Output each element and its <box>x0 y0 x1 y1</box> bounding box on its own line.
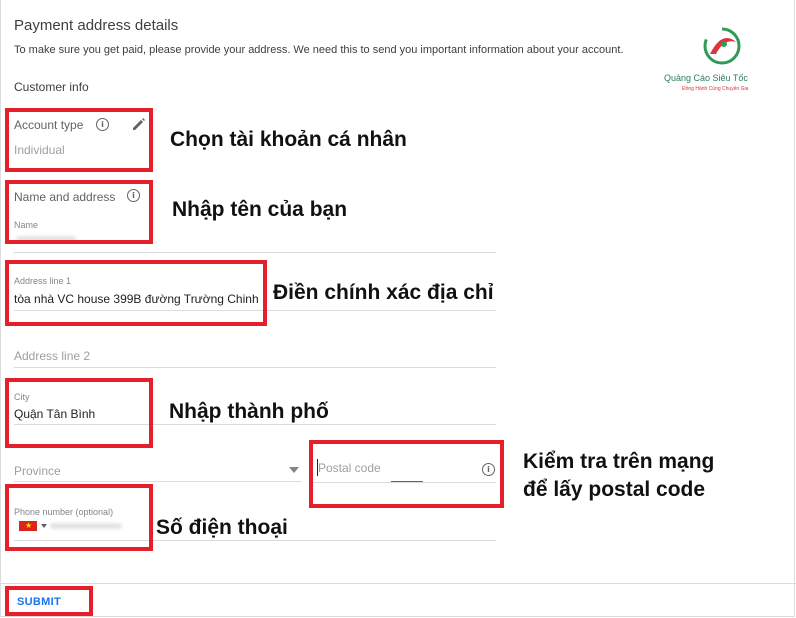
annotation-name: Nhập tên của bạn <box>172 198 348 221</box>
section-title: Customer info <box>14 80 89 94</box>
highlight-city <box>5 378 153 448</box>
page-title: Payment address details <box>14 17 179 34</box>
highlight-name <box>5 180 153 244</box>
highlight-postal-code <box>309 440 504 508</box>
annotation-phone: Số điện thoại <box>156 516 288 539</box>
address-line2-underline <box>14 367 496 368</box>
annotation-address: Điền chính xác địa chỉ <box>273 281 494 304</box>
name-underline <box>14 252 496 253</box>
page-subtitle: To make sure you get paid, please provid… <box>14 44 624 56</box>
logo-mark-icon <box>703 27 741 65</box>
annotation-postal-line1: Kiểm tra trên mạng <box>523 450 715 473</box>
province-underline <box>14 481 302 482</box>
highlight-account-type <box>5 108 153 172</box>
province-select[interactable]: Province <box>14 464 61 478</box>
highlight-submit <box>5 586 93 616</box>
logo-name: Quảng Cáo Siêu Tốc <box>664 73 748 83</box>
dropdown-arrow-icon[interactable] <box>289 467 299 473</box>
annotation-postal-line2: để lấy postal code <box>523 478 706 501</box>
annotation-city: Nhập thành phố <box>169 400 329 423</box>
footer-divider <box>0 583 796 584</box>
address-line2-input[interactable]: Address line 2 <box>14 349 90 363</box>
brand-logo: Quảng Cáo Siêu Tốc Đồng Hành Cùng Chuyên… <box>664 24 784 100</box>
logo-tagline: Đồng Hành Cùng Chuyên Gia <box>682 86 749 92</box>
highlight-address-line1 <box>5 260 267 326</box>
highlight-phone <box>5 484 153 551</box>
annotation-account: Chọn tài khoản cá nhân <box>170 128 407 151</box>
